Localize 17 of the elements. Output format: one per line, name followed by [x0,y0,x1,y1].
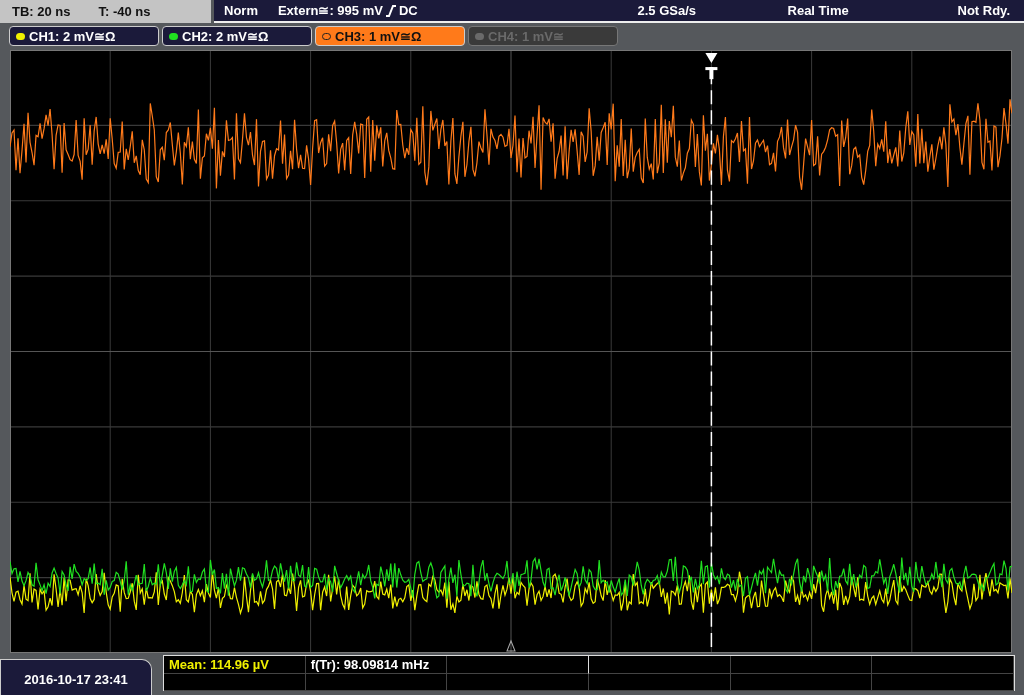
acquisition-state: Not Rdy. [957,3,1010,18]
date-time: 2016-10-17 23:41 [0,659,152,695]
trigger-time: T: -40 ns [98,4,151,19]
channel-button[interactable]: CH2: 2 mV≅Ω [162,26,312,46]
trigger-marker-icon [705,53,718,80]
sample-rate: 2.5 GSa/s [637,3,698,18]
trigger-source: Extern≅: 995 mV [277,3,383,18]
position-marker-icon [506,640,516,652]
measurement-value: Mean: 114.96 µV [169,657,269,672]
channel-button[interactable]: CH1: 2 mV≅Ω [9,26,159,46]
trigger-coupling: DC [398,3,418,18]
acquisition-mode: Real Time [787,3,850,18]
trigger-mode: Norm [224,3,258,18]
channel-button[interactable]: CH3: 1 mV≅Ω [315,26,465,46]
measurement-value: f(Tr): 98.09814 mHz [310,657,430,672]
rising-edge-icon [385,4,396,17]
timebase: TB: 20 ns [12,4,71,19]
